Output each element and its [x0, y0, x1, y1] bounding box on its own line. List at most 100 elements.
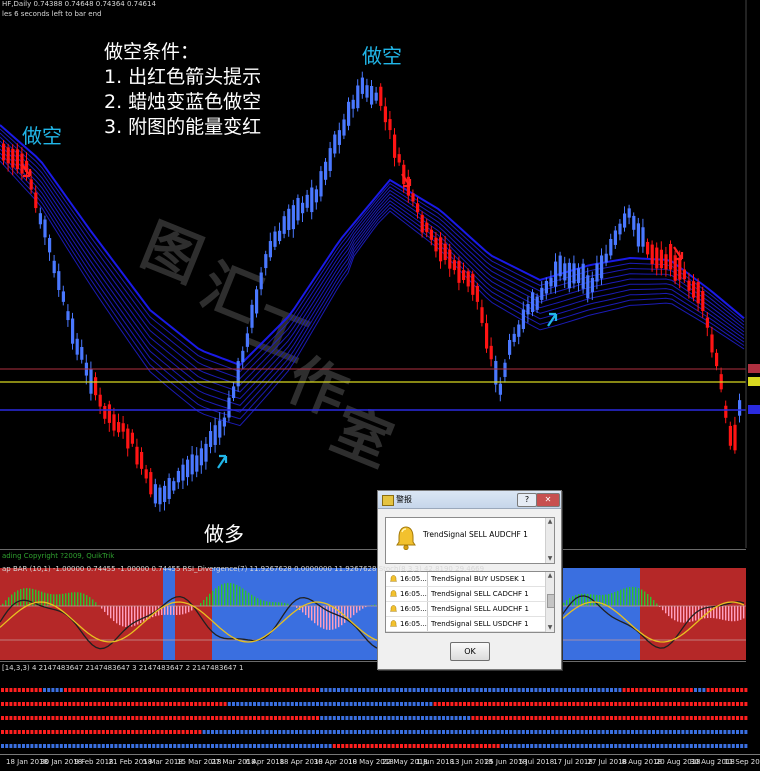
- scroll-down-icon[interactable]: ▼: [546, 624, 554, 632]
- trend-dots-pane[interactable]: [0, 672, 760, 754]
- trend-dot: [345, 702, 348, 706]
- trend-dot: [156, 716, 159, 720]
- trend-dot: [568, 688, 571, 692]
- trend-dot: [270, 730, 273, 734]
- histogram-bar: [677, 606, 678, 622]
- trend-dot: [337, 730, 340, 734]
- alert-row[interactable]: 16:05...TrendSignal BUY USDSEK 1: [386, 572, 554, 587]
- alert-dialog[interactable]: 警报 ? ✕ TrendSignal SELL AUDCHF 1 ▲ ▼ 16:…: [377, 490, 562, 670]
- trend-dot: [530, 716, 533, 720]
- alert-row[interactable]: 16:05...TrendSignal SELL AUDCHF 1: [386, 602, 554, 617]
- trend-dot: [316, 716, 319, 720]
- histogram-bar: [629, 587, 630, 606]
- trend-dot: [371, 744, 374, 748]
- alert-row[interactable]: 16:05...TrendSignal SELL CADCHF 1: [386, 587, 554, 602]
- trend-dot: [26, 688, 29, 692]
- histogram-bar: [95, 602, 96, 606]
- trend-dot: [673, 688, 676, 692]
- trend-dot: [648, 688, 651, 692]
- trend-dot: [576, 744, 579, 748]
- trend-dot: [446, 730, 449, 734]
- trend-dot: [312, 702, 315, 706]
- list-scrollbar[interactable]: ▲ ▼: [545, 572, 554, 632]
- scroll-thumb[interactable]: [547, 594, 555, 608]
- trend-dot: [72, 702, 75, 706]
- scroll-up-icon[interactable]: ▲: [546, 572, 554, 580]
- trend-dot: [379, 744, 382, 748]
- trend-dot: [665, 744, 668, 748]
- trend-dot: [463, 688, 466, 692]
- trend-dot: [203, 730, 206, 734]
- trend-dot: [106, 702, 109, 706]
- trend-dot: [539, 688, 542, 692]
- trend-dot: [476, 716, 479, 720]
- scroll-down-icon[interactable]: ▼: [546, 555, 554, 563]
- chart-header-countdown: les 6 seconds left to bar end: [2, 10, 101, 18]
- trend-dot: [421, 716, 424, 720]
- trend-dot: [114, 744, 117, 748]
- trend-dot: [215, 688, 218, 692]
- candle: [536, 297, 539, 310]
- trend-dot: [135, 716, 138, 720]
- trend-dot: [299, 730, 302, 734]
- trend-dot: [471, 744, 474, 748]
- trend-dot: [702, 688, 705, 692]
- trend-dot: [81, 688, 84, 692]
- trend-dot: [186, 730, 189, 734]
- trend-dot: [480, 730, 483, 734]
- trend-dot: [488, 688, 491, 692]
- trend-dot: [387, 730, 390, 734]
- ok-button[interactable]: OK: [450, 642, 490, 661]
- trend-dot: [392, 716, 395, 720]
- message-scrollbar[interactable]: ▲ ▼: [545, 518, 554, 563]
- bell-icon: [390, 590, 397, 598]
- trend-dot: [350, 688, 353, 692]
- trend-dot: [434, 730, 437, 734]
- trend-dot: [715, 688, 718, 692]
- trend-dot: [476, 688, 479, 692]
- time-axis: 18 Jan 201830 Jan 20189 Feb 201821 Feb 2…: [0, 754, 760, 771]
- trend-dot: [182, 744, 185, 748]
- histogram-bar: [272, 602, 273, 606]
- trend-dot: [463, 702, 466, 706]
- trend-dot: [480, 716, 483, 720]
- trend-dot: [219, 744, 222, 748]
- trend-dot: [68, 744, 71, 748]
- trend-dot: [161, 744, 164, 748]
- trend-dot: [354, 688, 357, 692]
- trend-dot: [744, 730, 747, 734]
- trend-dot: [148, 702, 151, 706]
- trend-dot: [182, 716, 185, 720]
- histogram-bar: [338, 606, 339, 627]
- scroll-up-icon[interactable]: ▲: [546, 518, 554, 526]
- trend-dot: [329, 744, 332, 748]
- alert-history-list[interactable]: 16:05...TrendSignal BUY USDSEK 116:05...…: [385, 571, 555, 633]
- candle: [108, 404, 111, 423]
- trend-dot: [434, 716, 437, 720]
- help-button[interactable]: ?: [517, 493, 537, 507]
- trend-dot: [379, 688, 382, 692]
- alert-row[interactable]: 16:05...TrendSignal SELL USDCHF 1: [386, 617, 554, 632]
- dialog-titlebar[interactable]: 警报 ? ✕: [378, 491, 561, 509]
- trend-dot: [56, 744, 59, 748]
- trend-dot: [627, 744, 630, 748]
- trend-dot: [744, 688, 747, 692]
- trend-dot: [560, 716, 563, 720]
- trend-dot: [644, 744, 647, 748]
- trend-dot: [438, 702, 441, 706]
- alert-message-box[interactable]: TrendSignal SELL AUDCHF 1 ▲ ▼: [385, 517, 555, 564]
- trend-dot: [455, 730, 458, 734]
- close-button[interactable]: ✕: [536, 493, 560, 507]
- candle: [204, 444, 207, 462]
- trend-dot: [627, 730, 630, 734]
- histogram-bar: [200, 603, 201, 606]
- trend-dot: [30, 702, 33, 706]
- trend-dot: [182, 702, 185, 706]
- trend-dot: [673, 730, 676, 734]
- trend-dot: [652, 730, 655, 734]
- trend-dot: [5, 730, 8, 734]
- trend-dot: [614, 702, 617, 706]
- trend-dot: [14, 744, 17, 748]
- trend-dot: [287, 744, 290, 748]
- trend-dot: [635, 716, 638, 720]
